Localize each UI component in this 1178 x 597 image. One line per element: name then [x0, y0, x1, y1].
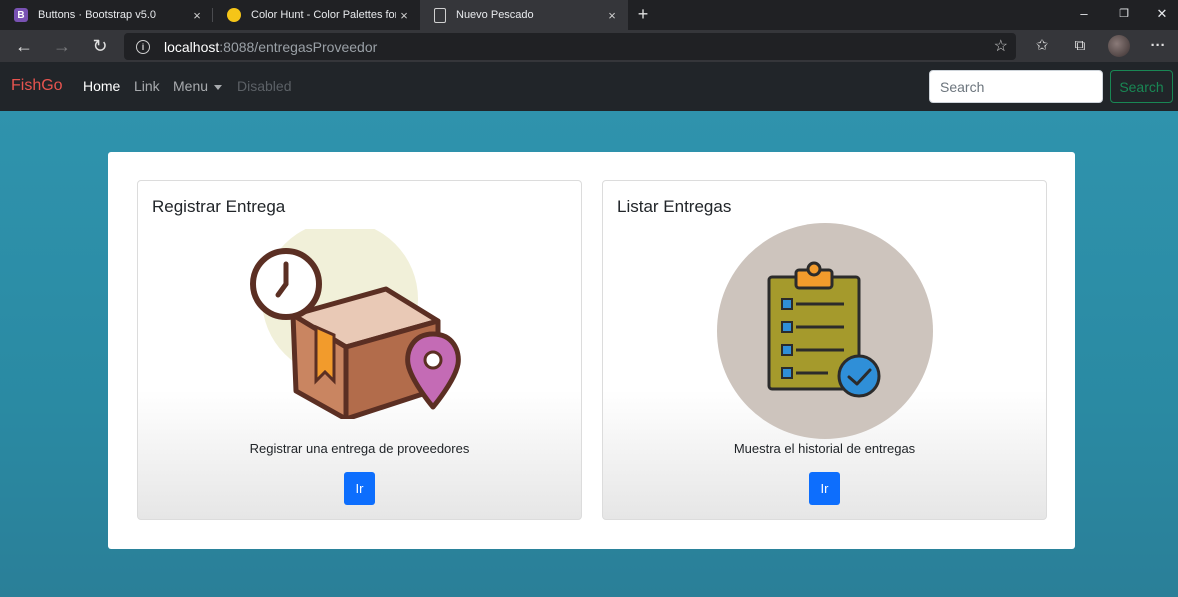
- favorites-icon[interactable]: ✩: [1029, 34, 1055, 58]
- reload-button[interactable]: ↻: [86, 34, 114, 58]
- card-text: Muestra el historial de entregas: [733, 441, 916, 456]
- tab-title: Nuevo Pescado: [456, 9, 534, 21]
- navbar-brand[interactable]: FishGo: [11, 77, 63, 95]
- checklist-clipboard-illustration: [717, 223, 933, 439]
- card-text: Registrar una entrega de proveedores: [249, 441, 470, 456]
- collections-icon[interactable]: ⧉: [1067, 34, 1093, 58]
- site-navbar: FishGo Home Link Menu Disabled Search: [0, 62, 1178, 111]
- more-options-icon[interactable]: ···: [1145, 34, 1171, 58]
- nav-link-home[interactable]: Home: [83, 78, 120, 94]
- back-button[interactable]: ←: [10, 34, 38, 58]
- new-tab-button[interactable]: +: [632, 3, 654, 25]
- ir-button[interactable]: Ir: [809, 472, 840, 505]
- url-text: localhost:8088/entregasProveedor: [164, 39, 377, 55]
- site-info-icon[interactable]: i: [136, 39, 150, 54]
- favorite-star-icon[interactable]: ☆: [994, 36, 1008, 56]
- card-title: Listar Entregas: [617, 197, 732, 216]
- nav-link-link[interactable]: Link: [134, 78, 160, 94]
- main-content: Registrar Entrega Registrar una entrega …: [0, 111, 1178, 597]
- search-button[interactable]: Search: [1110, 70, 1173, 103]
- tab-close-icon[interactable]: ×: [189, 8, 205, 23]
- tab-close-icon[interactable]: ×: [396, 8, 412, 23]
- nav-dropdown-menu[interactable]: Menu: [173, 78, 223, 94]
- delivery-box-illustration: [250, 229, 461, 419]
- cards-container: Registrar Entrega Registrar una entrega …: [108, 152, 1075, 549]
- tab-close-icon[interactable]: ×: [604, 8, 620, 23]
- minimize-button[interactable]: –: [1064, 0, 1104, 30]
- card-listar-entregas: Listar Entregas Muestra el historial de …: [602, 180, 1047, 520]
- browser-toolbar: ← → ↻ i localhost:8088/entregasProveedor…: [0, 30, 1178, 62]
- browser-tab-bar: B Buttons · Bootstrap v5.0 × Color Hunt …: [0, 0, 1178, 30]
- window-close-button[interactable]: ✕: [1142, 0, 1178, 30]
- document-favicon-icon: [434, 7, 446, 23]
- forward-button[interactable]: →: [48, 34, 76, 58]
- tab-title: Buttons · Bootstrap v5.0: [38, 9, 157, 21]
- card-registrar-entrega: Registrar Entrega Registrar una entrega …: [137, 180, 582, 520]
- tab-nuevo-pescado[interactable]: Nuevo Pescado ×: [420, 0, 628, 30]
- bootstrap-favicon-icon: B: [14, 8, 28, 22]
- restore-button[interactable]: ❐: [1104, 0, 1144, 30]
- ir-button[interactable]: Ir: [344, 472, 375, 505]
- color-hunt-favicon-icon: [227, 8, 241, 22]
- nav-link-disabled: Disabled: [237, 78, 292, 94]
- tab-title: Color Hunt - Color Palettes for D: [251, 9, 396, 21]
- tab-color-hunt[interactable]: Color Hunt - Color Palettes for D ×: [213, 0, 420, 30]
- search-input[interactable]: [929, 70, 1103, 103]
- card-title: Registrar Entrega: [152, 197, 286, 216]
- url-path: :8088/entregasProveedor: [219, 38, 378, 55]
- address-bar[interactable]: i localhost:8088/entregasProveedor ☆: [124, 33, 1016, 60]
- caret-down-icon: [214, 84, 223, 90]
- tab-bootstrap-buttons[interactable]: B Buttons · Bootstrap v5.0 ×: [0, 0, 213, 30]
- url-host: localhost: [164, 38, 220, 55]
- menu-label: Menu: [173, 78, 209, 94]
- profile-avatar[interactable]: [1108, 35, 1130, 57]
